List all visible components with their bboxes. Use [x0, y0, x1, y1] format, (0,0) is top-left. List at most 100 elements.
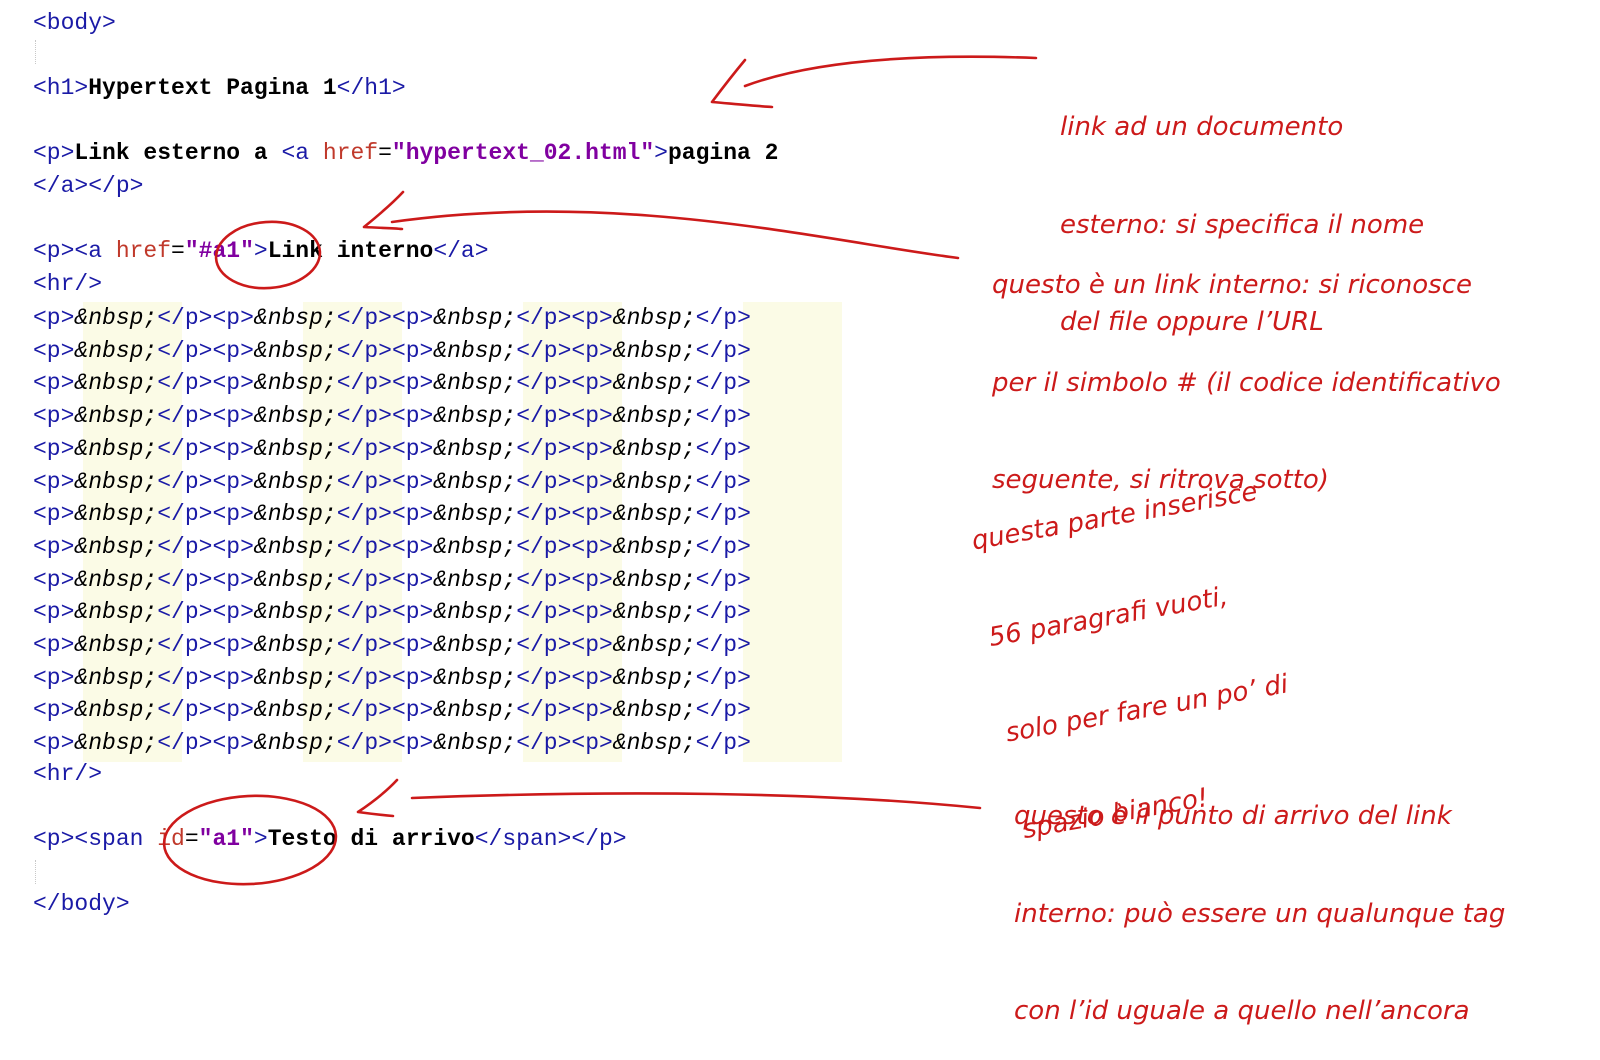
nbsp-entity: &nbsp;: [74, 468, 158, 495]
code-line-internal-link: <p><a href="#a1">Link interno</a>: [33, 235, 489, 268]
tag-end: >: [253, 238, 268, 264]
p-close-tag: </p>: [336, 632, 392, 658]
nbsp-entity: &nbsp;: [612, 305, 696, 331]
p-close-tag: </p>: [695, 533, 751, 560]
nbsp-entity: &nbsp;: [612, 501, 696, 528]
p-close-tag: </p>: [336, 730, 392, 757]
p-open-tag: <p>: [571, 632, 613, 658]
code-line-empty-paragraphs: <p>&nbsp;</p><p>&nbsp;</p><p>&nbsp;</p><…: [33, 367, 751, 400]
nbsp-entity: &nbsp;: [253, 370, 337, 397]
p-open-tag: <p>: [571, 468, 613, 495]
p-close-tag: </p>: [157, 566, 213, 593]
p-close-tag: </p>: [516, 566, 572, 593]
code-line-external-link-close: </a></p>: [33, 170, 143, 203]
p-open-tag: <p>: [571, 501, 613, 528]
p-open-tag: <p>: [391, 664, 434, 691]
p-close-tag: </p>: [336, 337, 392, 364]
nbsp-entity: &nbsp;: [433, 305, 517, 331]
p-open-tag: <p>: [212, 664, 254, 691]
nbsp-entity: &nbsp;: [253, 435, 337, 462]
code-line-h1: <h1>Hypertext Pagina 1</h1>: [33, 72, 406, 105]
nbsp-entity: &nbsp;: [74, 305, 158, 331]
code-line-empty-paragraphs: <p>&nbsp;</p><p>&nbsp;</p><p>&nbsp;</p><…: [33, 433, 751, 466]
nbsp-entity: &nbsp;: [433, 501, 517, 528]
nbsp-entity: &nbsp;: [253, 632, 337, 658]
hr-tag: <hr/>: [33, 761, 103, 787]
p-close-tag: </p>: [336, 468, 392, 495]
nbsp-entity: &nbsp;: [74, 501, 158, 528]
p-open-tag: <p>: [33, 566, 75, 593]
p-open-tag: <p>: [33, 632, 75, 658]
nbsp-entity: &nbsp;: [433, 566, 517, 593]
code-line-body-open: <body>: [33, 7, 116, 40]
p-close-tag: </p>: [695, 599, 751, 626]
p-close-tag: </p>: [695, 697, 751, 724]
code-line-empty-paragraphs: <p>&nbsp;</p><p>&nbsp;</p><p>&nbsp;</p><…: [33, 498, 751, 531]
p-close-tag: </p>: [695, 305, 751, 331]
href-attribute: href: [322, 140, 379, 166]
a-p-close-tags: </a></p>: [33, 173, 144, 199]
nbsp-entity: &nbsp;: [612, 435, 696, 462]
p-open-tag: <p>: [391, 599, 434, 626]
p-close-tag: </p>: [516, 403, 572, 430]
annotation-line: questa parte inserisce: [969, 476, 1260, 557]
annotation-arrival-point: questo è il punto di arrivo del link int…: [1014, 735, 1505, 1060]
annotation-line: questo è il punto di arrivo del link: [1014, 801, 1452, 831]
p-open-tag: <p>: [391, 697, 434, 724]
nbsp-entity: &nbsp;: [612, 533, 696, 560]
p-open-tag: <p>: [391, 468, 434, 495]
nbsp-entity: &nbsp;: [433, 370, 517, 397]
p-open-tag: <p>: [391, 533, 434, 560]
tag-end: >: [654, 140, 668, 166]
nbsp-entity: &nbsp;: [74, 566, 158, 593]
p-close-tag: </p>: [336, 566, 392, 593]
nbsp-entity: &nbsp;: [433, 403, 517, 430]
p-close-tag: </p>: [157, 533, 213, 560]
p-close-tag: </p>: [695, 632, 751, 658]
code-line-empty-paragraphs: <p>&nbsp;</p><p>&nbsp;</p><p>&nbsp;</p><…: [33, 596, 751, 629]
nbsp-entity: &nbsp;: [253, 305, 337, 331]
code-line-empty-paragraphs: <p>&nbsp;</p><p>&nbsp;</p><p>&nbsp;</p><…: [33, 335, 751, 368]
p-close-tag: </p>: [695, 501, 751, 528]
equals-sign: =: [171, 238, 185, 264]
p-open-tag: <p>: [212, 599, 254, 626]
nbsp-entity: &nbsp;: [433, 337, 517, 364]
p-open-tag: <p>: [212, 305, 254, 331]
nbsp-entity: &nbsp;: [74, 632, 158, 658]
nbsp-entity: &nbsp;: [433, 533, 517, 560]
href-external-value: "hypertext_02.html": [391, 140, 655, 166]
code-line-empty-paragraphs: <p>&nbsp;</p><p>&nbsp;</p><p>&nbsp;</p><…: [33, 466, 751, 499]
p-open-tag: <p>: [212, 697, 254, 724]
nbsp-entity: &nbsp;: [612, 599, 696, 626]
entity-highlight-col-4: [743, 302, 842, 762]
p-open-tag: <p>: [571, 599, 613, 626]
p-open-tag: <p>: [33, 664, 75, 691]
p-close-tag: </p>: [516, 468, 572, 495]
body-open-tag: <body>: [33, 10, 116, 36]
code-editor[interactable]: <body> <h1>Hypertext Pagina 1</h1> <p>Li…: [0, 0, 960, 933]
code-line-empty-paragraphs: <p>&nbsp;</p><p>&nbsp;</p><p>&nbsp;</p><…: [33, 694, 751, 727]
p-open-tag: <p>: [33, 403, 75, 430]
code-line-empty-paragraphs: <p>&nbsp;</p><p>&nbsp;</p><p>&nbsp;</p><…: [33, 662, 751, 695]
p-open-tag: <p>: [33, 730, 75, 757]
p-close-tag: </p>: [695, 566, 751, 593]
id-attribute: id: [157, 826, 185, 852]
p-close-tag: </p>: [516, 501, 572, 528]
p-open-tag: <p>: [571, 403, 613, 430]
p-close-tag: </p>: [516, 305, 572, 331]
h1-text: Hypertext Pagina 1: [88, 75, 337, 101]
p-span-open-tag: <p><span: [33, 826, 158, 852]
p-open-tag: <p>: [212, 435, 254, 462]
p-close-tag: </p>: [336, 533, 392, 560]
p-open-tag: <p>: [33, 501, 75, 528]
nbsp-entity: &nbsp;: [433, 468, 517, 495]
nbsp-entity: &nbsp;: [612, 370, 696, 397]
p-close-tag: </p>: [157, 305, 213, 331]
p-close-tag: </p>: [157, 730, 213, 757]
nbsp-entity: &nbsp;: [433, 664, 517, 691]
external-link-label: pagina 2: [667, 140, 779, 166]
p-open-tag: <p>: [391, 305, 434, 331]
hr-tag: <hr/>: [33, 271, 103, 297]
p-open-tag: <p>: [571, 730, 613, 757]
code-line-arrival: <p><span id="a1">Testo di arrivo</span><…: [33, 823, 627, 856]
